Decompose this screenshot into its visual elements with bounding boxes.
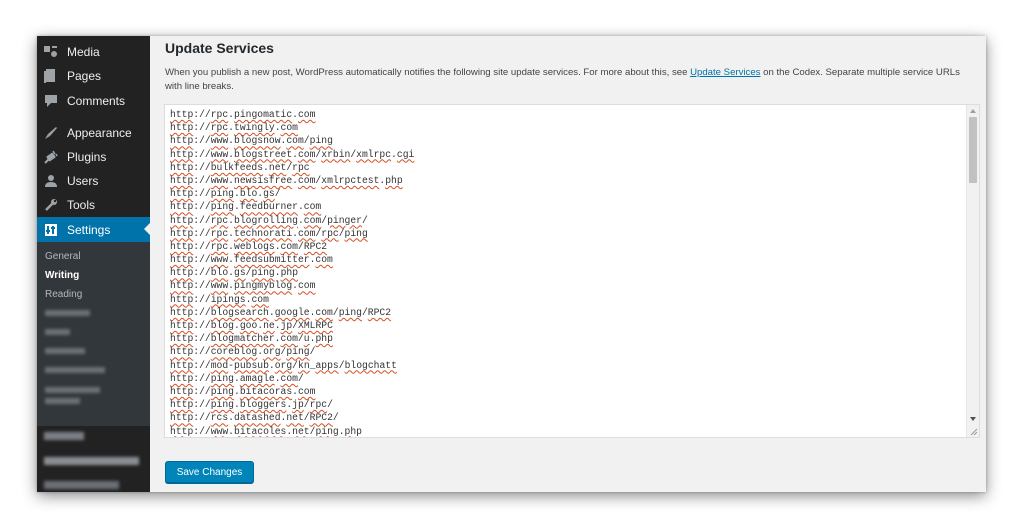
section-description: When you publish a new post, WordPress a…: [165, 66, 975, 94]
service-url-line: http://www.bitacoles.net/ping.php: [170, 425, 362, 437]
section-title: Update Services: [165, 40, 274, 56]
service-url-line: http://ping.bitacoras.com: [170, 385, 316, 397]
pages-icon: [44, 69, 58, 83]
service-url-line: http://rpc.twingly.com: [170, 122, 298, 134]
appearance-icon: [44, 126, 58, 140]
description-text: When you publish a new post, WordPress a…: [165, 67, 691, 78]
sidebar-item-label: Plugins: [67, 150, 107, 164]
service-url-line: http://ping.feedburner.com: [170, 201, 322, 213]
sidebar-item-obscured[interactable]: [44, 432, 84, 440]
service-url-line: http://rpc.technorati.com/rpc/ping: [170, 227, 368, 239]
service-url-line: http://ipings.com: [170, 293, 269, 305]
tools-icon: [44, 198, 58, 212]
sidebar-item-label: Users: [67, 174, 99, 188]
textarea-scrollbar[interactable]: [966, 105, 979, 437]
service-url-line: http://rpc.pingomatic.com: [170, 109, 316, 120]
sidebar-item-users[interactable]: Users: [37, 169, 150, 193]
sidebar-item-label: Media: [67, 45, 100, 59]
sidebar-item-obscured[interactable]: [44, 457, 139, 465]
scroll-down-icon[interactable]: [970, 417, 976, 421]
sidebar-item-media[interactable]: Media: [37, 40, 150, 64]
submenu-item-obscured[interactable]: [45, 329, 70, 335]
admin-sidebar: Media Pages Comments Appearance Plugins: [37, 36, 150, 492]
scroll-thumb[interactable]: [969, 117, 977, 183]
admin-window: Media Pages Comments Appearance Plugins: [37, 36, 986, 492]
submenu-item-reading[interactable]: Reading: [45, 289, 82, 300]
service-url-line: http://www.blogsnow.com/ping: [170, 135, 333, 147]
service-url-line: http://rcs.datashed.net/RPC2/: [170, 412, 339, 424]
submenu-item-obscured[interactable]: [45, 348, 85, 354]
sidebar-item-label: Tools: [67, 198, 96, 212]
service-url-line: http://www.pingmyblog.com: [170, 280, 316, 292]
services-text[interactable]: http://rpc.pingomatic.com http://rpc.twin…: [170, 108, 965, 437]
sidebar-item-label: Pages: [67, 69, 102, 83]
submenu-item-obscured[interactable]: [45, 310, 90, 316]
service-url-line: http://ping.amagle.com/: [170, 372, 304, 384]
service-url-line: http://ping.bloggers.jp/rpc/: [170, 399, 333, 411]
submenu-item-writing[interactable]: Writing: [45, 270, 79, 281]
service-url-line: http://coreblog.org/ping/: [170, 346, 316, 358]
media-icon: [44, 45, 58, 59]
sidebar-item-pages[interactable]: Pages: [37, 64, 150, 88]
resize-grip-icon[interactable]: [969, 427, 978, 436]
service-url-line: http://bulkfeeds.net/rpc: [170, 161, 310, 173]
service-url-line: http://rpc.weblogs.com/RPC2: [170, 240, 328, 252]
comments-icon: [44, 94, 58, 108]
submenu-item-obscured[interactable]: [45, 398, 80, 404]
sidebar-item-label: Settings: [67, 222, 111, 237]
main-content: Update Services When you publish a new p…: [150, 36, 986, 492]
submenu-item-general[interactable]: General: [45, 251, 81, 262]
update-services-link[interactable]: Update Services: [690, 67, 760, 78]
service-url-line: http://blogsearch.google.com/ping/RPC2: [170, 306, 392, 318]
service-url-line: http://mod-pubsub.org/kn_apps/blogchatt: [170, 359, 397, 371]
sidebar-item-tools[interactable]: Tools: [37, 193, 150, 217]
plugins-icon: [44, 150, 58, 164]
submenu-item-obscured[interactable]: [45, 367, 105, 373]
service-url-line: http://www.newsisfree.com/xmlrpctest.php: [170, 174, 403, 186]
service-url-line: http://ping.blo.gs/: [170, 188, 281, 200]
service-url-line: http://www.feedsubmitter.com: [170, 254, 333, 266]
settings-icon: [44, 223, 58, 237]
sidebar-item-appearance[interactable]: Appearance: [37, 121, 150, 145]
sidebar-item-settings[interactable]: Settings: [37, 217, 150, 242]
users-icon: [44, 174, 58, 188]
service-url-line: http://rpc.blogrolling.com/pinger/: [170, 214, 368, 226]
update-services-textarea[interactable]: http://rpc.pingomatic.com http://rpc.twin…: [164, 104, 980, 438]
settings-submenu: General Writing Reading: [37, 242, 150, 426]
sidebar-item-label: Comments: [67, 94, 126, 108]
sidebar-item-obscured[interactable]: [44, 481, 119, 489]
sidebar-item-comments[interactable]: Comments: [37, 89, 150, 113]
service-url-line: http://blog.goo.ne.jp/XMLRPC: [170, 320, 333, 331]
service-url-line: http://blogmatcher.com/u.php: [170, 333, 333, 345]
submenu-item-obscured[interactable]: [45, 387, 100, 393]
sidebar-item-plugins[interactable]: Plugins: [37, 145, 150, 169]
sidebar-item-label: Appearance: [67, 126, 132, 140]
scroll-up-icon[interactable]: [970, 109, 976, 113]
save-changes-button[interactable]: Save Changes: [165, 461, 254, 483]
service-url-line: http://blo.gs/ping.php: [170, 267, 299, 279]
service-url-line: http://www.blogstreet.com/xrbin/xmlrpc.c…: [170, 148, 415, 160]
